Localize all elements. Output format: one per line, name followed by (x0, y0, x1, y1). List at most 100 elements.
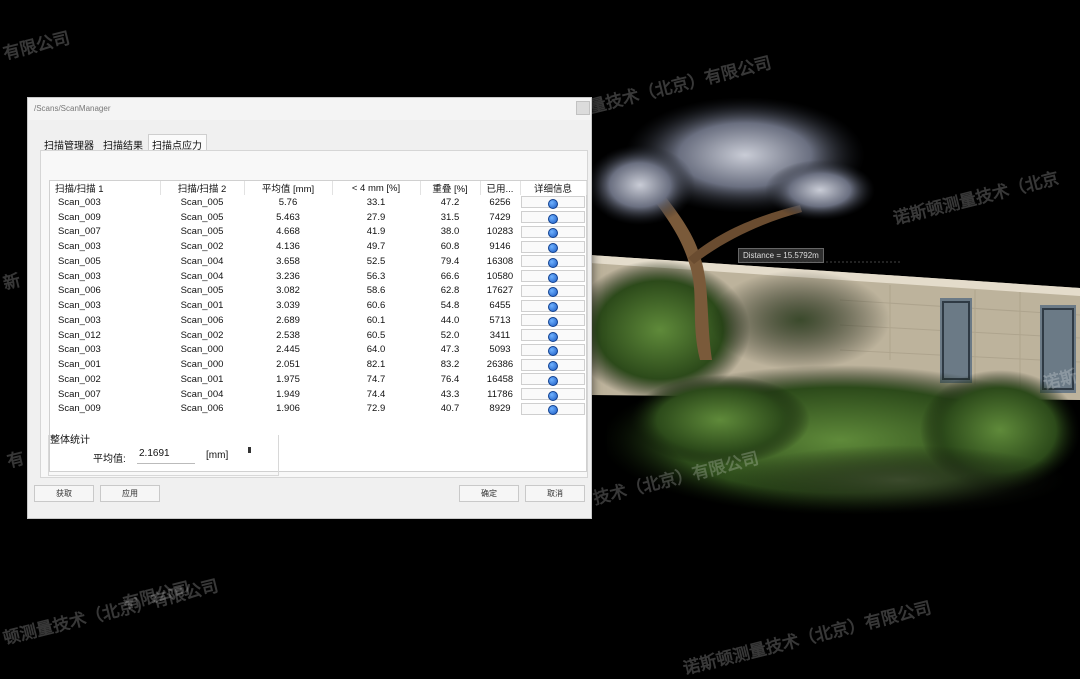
column-header-scan-1[interactable]: 扫描/扫描 1 (50, 181, 161, 195)
table-row[interactable]: Scan_002 Scan_001 1.975 74.7 76.4 16458 (50, 372, 586, 387)
table-row[interactable]: Scan_007 Scan_005 4.668 41.9 38.0 10283 (50, 225, 586, 240)
info-icon (548, 257, 558, 268)
details-button[interactable] (521, 270, 585, 283)
cell-overlap: 79.4 (440, 255, 460, 267)
table-row[interactable]: Scan_007 Scan_004 1.949 74.4 43.3 11786 (50, 387, 586, 402)
details-button[interactable] (521, 373, 585, 386)
cell-overlap: 47.3 (440, 344, 460, 356)
tab-scan-point-stress[interactable]: 扫描点应力 (148, 134, 207, 152)
cell-details (520, 387, 586, 402)
wall-lattice-panel (940, 298, 972, 383)
details-button[interactable] (521, 314, 585, 327)
table-row[interactable]: Scan_003 Scan_000 2.445 64.0 47.3 5093 (50, 343, 586, 358)
ok-button[interactable]: 确定 (459, 485, 519, 502)
cell-scan-1: Scan_006 (58, 285, 101, 297)
details-button[interactable] (521, 255, 585, 268)
cell-scan-1: Scan_003 (58, 344, 101, 356)
tab-panel: 扫描/扫描 1 扫描/扫描 2 平均值 [mm] < 4 mm [%] 重叠 [… (40, 150, 588, 478)
table-row[interactable]: Scan_003 Scan_004 3.236 56.3 66.6 10580 (50, 269, 586, 284)
cell-overlap: 66.6 (440, 270, 460, 282)
table-row[interactable]: Scan_003 Scan_002 4.136 49.7 60.8 9146 (50, 239, 586, 254)
cell-scan-1: Scan_003 (58, 196, 101, 208)
cell-scan-1: Scan_003 (58, 314, 101, 326)
details-button[interactable] (521, 343, 585, 357)
dialog-title[interactable]: /Scans/ScanManager (28, 98, 591, 120)
cell-scan-1: Scan_003 (58, 270, 101, 282)
cell-scan-1: Scan_003 (58, 241, 101, 253)
cell-details (520, 239, 586, 254)
cell-used: 9146 (489, 241, 511, 253)
cursor-marker (248, 447, 251, 453)
apply-button[interactable]: 应用 (100, 485, 160, 502)
cell-under-4mm: 82.1 (366, 359, 386, 371)
cell-scan-2: Scan_006 (180, 314, 224, 326)
cell-details (520, 298, 586, 313)
details-button[interactable] (521, 299, 585, 313)
column-header-mean[interactable]: 平均值 [mm] (244, 181, 333, 195)
details-button[interactable] (521, 402, 585, 416)
cell-under-4mm: 60.1 (366, 314, 386, 326)
details-button[interactable] (521, 240, 585, 254)
info-icon (548, 331, 558, 342)
table-row[interactable]: Scan_005 Scan_004 3.658 52.5 79.4 16308 (50, 254, 586, 269)
cell-overlap: 54.8 (440, 300, 460, 312)
cell-scan-1: Scan_009 (58, 211, 101, 223)
table-row[interactable]: Scan_009 Scan_005 5.463 27.9 31.5 7429 (50, 210, 586, 225)
cell-mean: 5.463 (276, 211, 300, 223)
cell-overlap: 43.3 (440, 388, 460, 400)
cell-details (520, 313, 586, 328)
cell-details (520, 357, 586, 372)
cell-mean: 2.689 (276, 314, 300, 326)
cell-mean: 1.906 (276, 403, 300, 415)
cell-scan-2: Scan_004 (180, 270, 224, 282)
cell-used: 16308 (486, 255, 514, 267)
table-header-row: 扫描/扫描 1 扫描/扫描 2 平均值 [mm] < 4 mm [%] 重叠 [… (50, 181, 587, 195)
table-row[interactable]: Scan_009 Scan_006 1.906 72.9 40.7 8929 (50, 402, 586, 417)
table-row[interactable]: Scan_003 Scan_001 3.039 60.6 54.8 6455 (50, 298, 586, 313)
scan-manager-dialog: /Scans/ScanManager 扫描管理器 扫描结果 扫描点应力 扫描/扫… (27, 97, 592, 519)
cell-details (520, 269, 586, 284)
table-row[interactable]: Scan_001 Scan_000 2.051 82.1 83.2 26386 (50, 357, 586, 372)
table-row[interactable]: Scan_003 Scan_005 5.76 33.1 47.2 6256 (50, 195, 586, 210)
cell-scan-2: Scan_004 (180, 255, 224, 267)
cell-overlap: 44.0 (440, 314, 460, 326)
table-row[interactable]: Scan_012 Scan_002 2.538 60.5 52.0 3411 (50, 328, 586, 343)
details-button[interactable] (521, 329, 585, 342)
cell-scan-1: Scan_005 (58, 255, 101, 267)
cell-under-4mm: 74.7 (366, 373, 386, 385)
details-button[interactable] (521, 388, 585, 401)
cell-mean: 1.975 (276, 373, 300, 385)
details-button[interactable] (521, 196, 585, 209)
cell-under-4mm: 41.9 (366, 226, 386, 238)
details-button[interactable] (521, 358, 585, 372)
close-button[interactable] (576, 101, 590, 115)
cell-under-4mm: 72.9 (366, 403, 386, 415)
fetch-button[interactable]: 获取 (34, 485, 94, 502)
column-header-overlap[interactable]: 重叠 [%] (420, 181, 481, 195)
cancel-button[interactable]: 取消 (525, 485, 585, 502)
cell-under-4mm: 58.6 (366, 285, 386, 297)
tab-bar: 扫描管理器 扫描结果 扫描点应力 (40, 134, 207, 152)
average-value-field[interactable]: 2.1691 (137, 446, 195, 464)
table-row[interactable]: Scan_006 Scan_005 3.082 58.6 62.8 17627 (50, 284, 586, 299)
details-button[interactable] (521, 211, 585, 224)
cell-scan-1: Scan_007 (58, 226, 101, 238)
cell-scan-2: Scan_005 (180, 196, 224, 208)
column-header-scan-2[interactable]: 扫描/扫描 2 (160, 181, 245, 195)
cell-used: 11786 (487, 388, 513, 400)
cell-overlap: 47.2 (440, 196, 460, 208)
cell-used: 6256 (489, 196, 511, 208)
details-button[interactable] (521, 284, 585, 298)
details-button[interactable] (521, 225, 585, 239)
cell-mean: 2.445 (276, 344, 300, 356)
cell-overlap: 38.0 (440, 226, 460, 238)
scan-pairs-table[interactable]: 扫描/扫描 1 扫描/扫描 2 平均值 [mm] < 4 mm [%] 重叠 [… (49, 180, 587, 472)
column-header-details[interactable]: 详细信息 (520, 181, 587, 195)
info-icon (548, 375, 558, 386)
overall-stats-title: 整体统计 (50, 435, 90, 446)
column-header-under-4mm[interactable]: < 4 mm [%] (332, 181, 421, 195)
column-header-used[interactable]: 已用... (480, 181, 521, 195)
cell-scan-2: Scan_004 (180, 388, 224, 400)
cell-details (520, 402, 586, 417)
table-row[interactable]: Scan_003 Scan_006 2.689 60.1 44.0 5713 (50, 313, 586, 328)
